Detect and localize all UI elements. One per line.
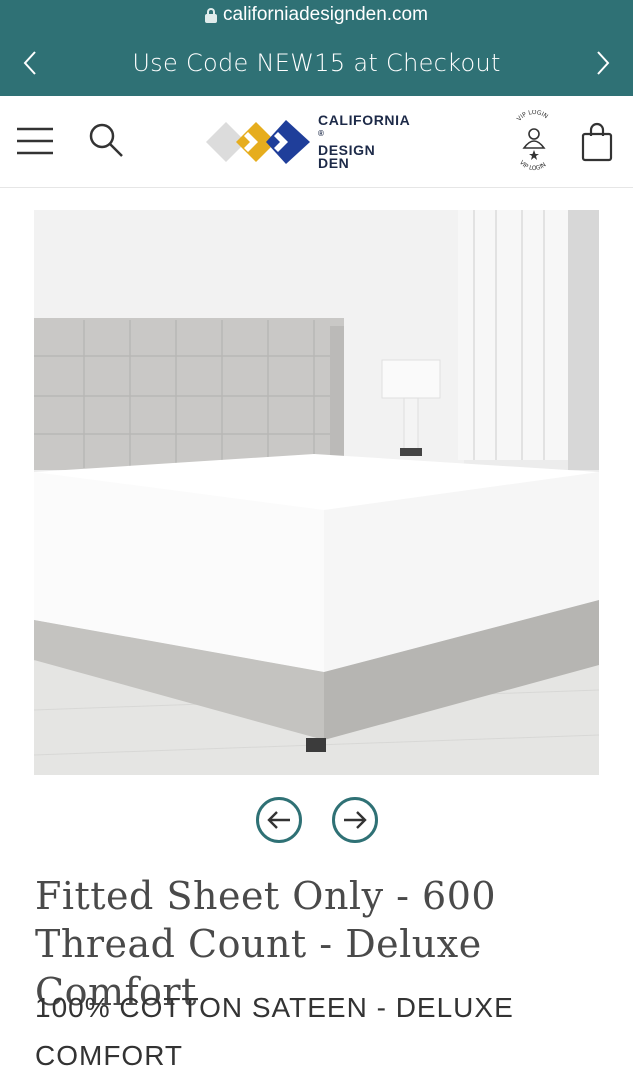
vip-login-button[interactable]: VIP LOGIN VIP LOGIN	[510, 109, 558, 172]
hamburger-menu-icon[interactable]	[16, 126, 54, 156]
image-carousel-controls	[0, 797, 633, 845]
vip-bottom-text: VIP LOGIN	[518, 159, 548, 172]
chevron-left-icon[interactable]	[18, 48, 42, 78]
logo-line-1: CALIFORNIA	[318, 112, 411, 129]
shopping-bag-icon[interactable]	[580, 122, 614, 162]
promo-banner: Use Code NEW15 at Checkout	[0, 30, 633, 96]
logo-registered: ®	[318, 129, 325, 139]
chevron-right-icon[interactable]	[591, 48, 615, 78]
browser-url-bar[interactable]: californiadesignden.com	[0, 0, 633, 30]
browser-url-text: californiadesignden.com	[223, 4, 428, 25]
logo-mark-icon	[206, 120, 310, 164]
site-header: CALIFORNIA ® DESIGN DEN VIP LOGIN VIP LOG…	[0, 96, 633, 188]
arrow-left-circle-icon[interactable]	[255, 797, 302, 843]
vip-top-text: VIP LOGIN	[516, 110, 550, 123]
brand-logo[interactable]: CALIFORNIA ® DESIGN DEN	[206, 112, 436, 171]
arrow-right-circle-icon[interactable]	[331, 797, 378, 843]
logo-line-3: DEN	[318, 154, 350, 171]
search-icon[interactable]	[88, 122, 124, 158]
lock-icon	[205, 7, 218, 23]
product-subtitle: 100% COTTON SATEEN - DELUXE COMFORT	[35, 992, 514, 1071]
logo-wordmark: CALIFORNIA ® DESIGN DEN	[318, 112, 411, 171]
promo-text: Use Code NEW15 at Checkout	[132, 49, 501, 77]
product-image[interactable]	[34, 210, 599, 775]
